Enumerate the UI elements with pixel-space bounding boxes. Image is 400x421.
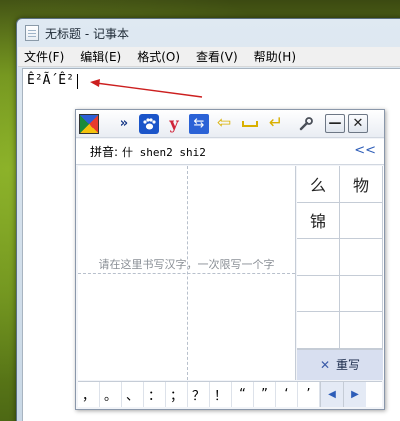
menu-view[interactable]: 查看(V) [196, 48, 238, 65]
punctuation-bar: ， 。 、 ： ； ？ ！ “ ” ‘ ’ ◀ ▶ [78, 381, 382, 407]
rewrite-button[interactable]: ✕ 重写 [297, 348, 383, 380]
paw-icon-shape [143, 117, 156, 129]
paw-icon[interactable] [139, 113, 159, 134]
candidate-cell[interactable] [340, 312, 383, 349]
punct-key[interactable]: ； [166, 382, 188, 407]
space-icon-shape [242, 120, 258, 127]
text-caret [77, 74, 78, 89]
collapse-icon[interactable]: << [354, 143, 376, 158]
menu-format[interactable]: 格式(O) [137, 48, 180, 65]
handwriting-input-panel: » y ⇆ ⇦ ↵ — ✕ 拼音: 什 shen2 shi2 << 请在这里书写… [75, 109, 385, 410]
candidate-cell[interactable] [340, 275, 383, 312]
page-next-icon[interactable]: ▶ [343, 382, 366, 407]
candidate-cell[interactable] [297, 239, 340, 276]
candidate-cell[interactable]: 么 [297, 166, 340, 203]
backspace-arrow-icon[interactable]: ⇦ [213, 113, 235, 135]
space-icon[interactable] [239, 113, 261, 135]
candidate-cell[interactable] [340, 202, 383, 239]
window-title: 无标题 - 记事本 [45, 26, 129, 41]
candidate-cell[interactable] [297, 312, 340, 349]
notepad-titlebar[interactable]: 无标题 - 记事本 [17, 19, 400, 47]
punct-key[interactable]: 、 [122, 382, 144, 407]
page-prev-icon[interactable]: ◀ [320, 382, 343, 407]
punct-key[interactable]: ‘ [276, 382, 298, 407]
pinyin-value: 什 shen2 shi2 [122, 145, 206, 159]
candidate-cell[interactable] [340, 239, 383, 276]
punct-key[interactable]: ’ [298, 382, 320, 407]
candidate-cell[interactable]: 锦 [297, 202, 340, 239]
wrench-icon-shape [299, 116, 313, 130]
punct-key[interactable]: 。 [100, 382, 122, 407]
y-icon[interactable]: y [163, 113, 185, 135]
punct-key[interactable]: “ [232, 382, 254, 407]
punct-key[interactable]: ， [78, 382, 100, 407]
wrench-icon[interactable] [295, 113, 317, 135]
menu-bar: 文件(F) 编辑(E) 格式(O) 查看(V) 帮助(H) [18, 47, 400, 67]
pinyin-hint-row: 拼音: 什 shen2 shi2 << [76, 139, 384, 165]
editor-content: Ê²Ã´Ê² [27, 73, 74, 88]
notepad-app-icon [25, 25, 39, 41]
swap-icon[interactable]: ⇆ [189, 113, 209, 134]
handwriting-canvas[interactable]: 请在这里书写汉字，一次限写一个字 [78, 166, 296, 380]
punct-key[interactable]: ： [144, 382, 166, 407]
punct-key[interactable]: ！ [210, 382, 232, 407]
candidate-cell[interactable]: 物 [340, 166, 383, 203]
minimize-icon[interactable]: — [325, 114, 345, 133]
ime-toolbar: » y ⇆ ⇦ ↵ — ✕ [76, 110, 384, 138]
close-icon[interactable]: ✕ [348, 114, 368, 133]
rewrite-label: 重写 [336, 358, 361, 372]
menu-help[interactable]: 帮助(H) [254, 48, 296, 65]
candidate-grid: 么 物 锦 ✕ 重写 [297, 166, 384, 380]
grid-line-horizontal [78, 273, 295, 274]
candidate-cell[interactable] [297, 275, 340, 312]
enter-icon[interactable]: ↵ [265, 113, 287, 135]
menu-edit[interactable]: 编辑(E) [80, 48, 121, 65]
punct-key[interactable]: ？ [188, 382, 210, 407]
write-hint: 请在这里书写汉字，一次限写一个字 [98, 258, 275, 271]
pinyin-label: 拼音: [90, 145, 119, 159]
punct-key[interactable]: ” [254, 382, 276, 407]
expand-icon[interactable]: » [113, 113, 135, 135]
sogou-logo-icon[interactable] [79, 113, 99, 134]
rewrite-icon: ✕ [319, 357, 331, 372]
menu-file[interactable]: 文件(F) [24, 48, 64, 65]
